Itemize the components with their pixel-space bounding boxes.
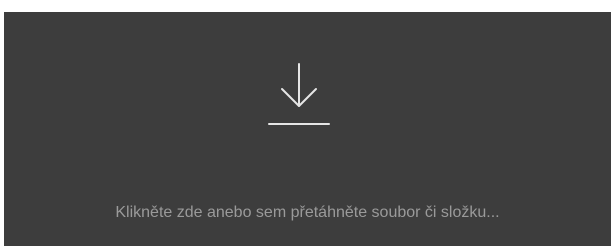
file-dropzone[interactable]: Klikněte zde anebo sem přetáhněte soubor… <box>4 12 611 246</box>
dropzone-instruction-text: Klikněte zde anebo sem přetáhněte soubor… <box>115 204 500 221</box>
download-icon <box>268 62 330 128</box>
